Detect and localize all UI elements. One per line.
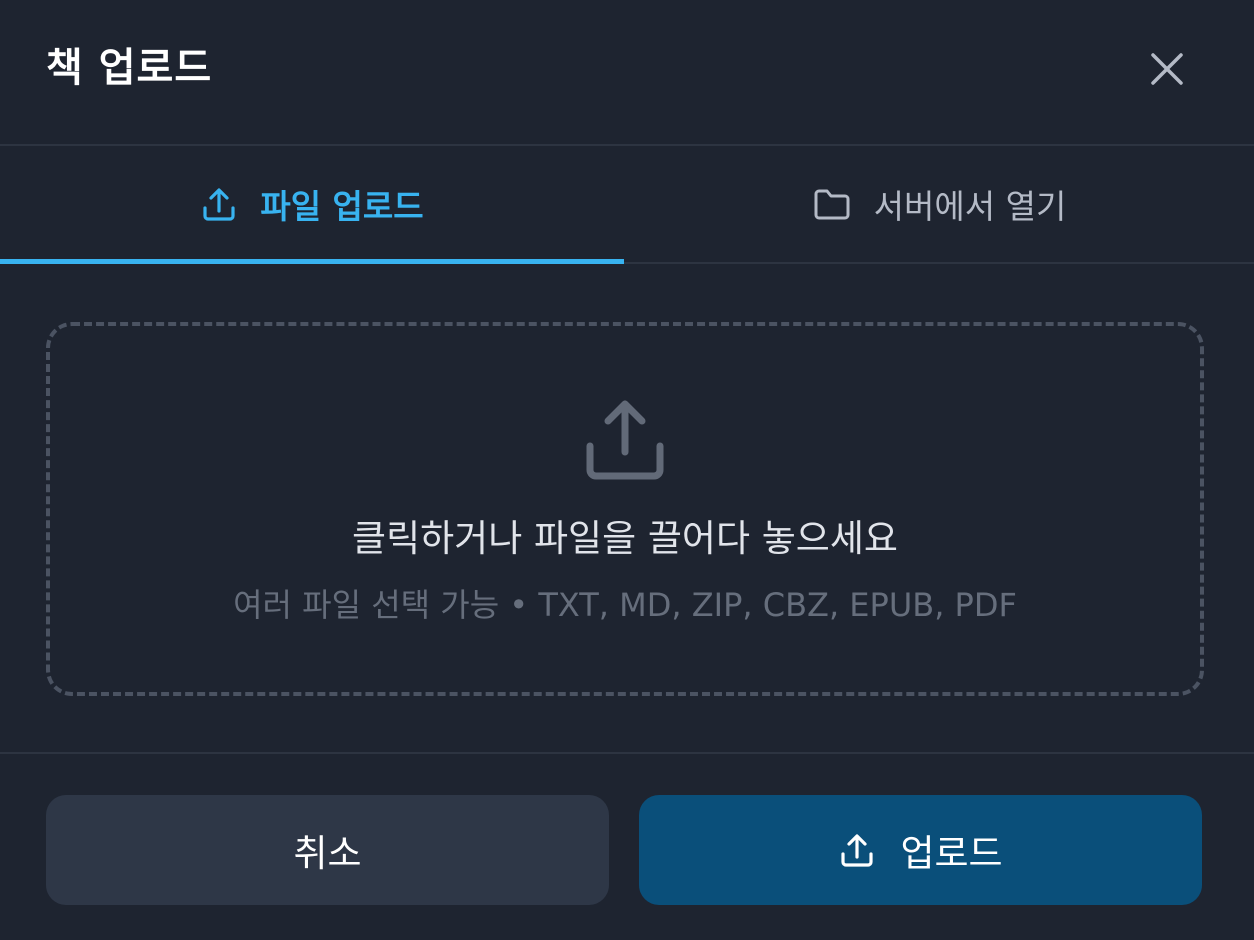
upload-button-label: 업로드 [900,832,1003,875]
folder-icon [812,186,852,222]
active-tab-indicator [0,259,624,264]
cancel-button-label: 취소 [293,832,362,875]
upload-book-dialog: 책 업로드 파일 업로드 서버에서 열기 클릭하거나 파일을 끌어다 놓으세요 … [0,0,1254,940]
close-icon [1151,53,1183,85]
cancel-button[interactable]: 취소 [46,795,609,905]
footer-divider [0,752,1254,754]
dropzone-instruction: 클릭하거나 파일을 끌어다 놓으세요 [352,517,898,560]
dropzone-hint: 여러 파일 선택 가능 • TXT, MD, ZIP, CBZ, EPUB, P… [233,586,1017,624]
tab-label: 서버에서 열기 [873,187,1067,226]
close-button[interactable] [1140,42,1194,96]
file-dropzone[interactable]: 클릭하거나 파일을 끌어다 놓으세요 여러 파일 선택 가능 • TXT, MD… [46,322,1204,696]
upload-icon [586,400,664,480]
upload-icon [200,185,238,223]
upload-icon [841,834,874,867]
upload-button[interactable]: 업로드 [639,795,1202,905]
tab-file-upload[interactable]: 파일 업로드 [0,146,624,264]
dialog-title: 책 업로드 [46,45,213,91]
tab-open-from-server[interactable]: 서버에서 열기 [624,146,1254,262]
dialog-header: 책 업로드 [0,0,1254,146]
tab-label: 파일 업로드 [260,187,424,226]
tab-bar: 파일 업로드 서버에서 열기 [0,146,1254,264]
